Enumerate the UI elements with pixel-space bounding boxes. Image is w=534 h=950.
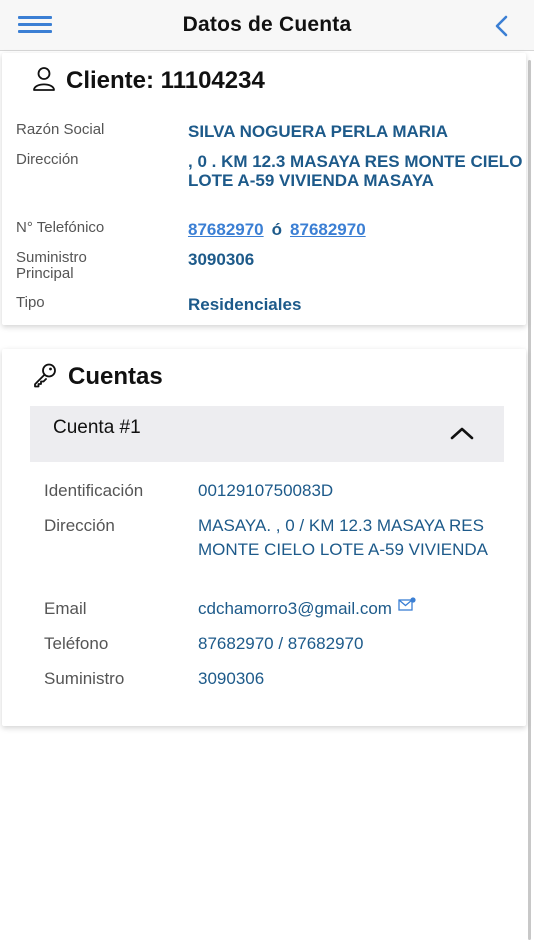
tipo-label: Tipo: [16, 294, 45, 311]
direccion-label: Dirección: [16, 151, 79, 168]
identificacion-value: 0012910750083D: [198, 481, 334, 500]
account-suministro-value: 3090306: [198, 669, 265, 688]
phone-separator: ó: [271, 220, 283, 239]
email-value[interactable]: cdchamorro3@gmail.com: [198, 599, 392, 618]
client-title: Cliente: 11104234: [66, 67, 265, 94]
key-icon: [34, 363, 56, 388]
chevron-up-icon[interactable]: [450, 426, 474, 440]
phone-link-1[interactable]: 87682970: [188, 220, 264, 239]
suministro-value: 3090306: [188, 250, 255, 269]
accounts-heading: Cuentas: [32, 363, 163, 391]
app-header: Datos de Cuenta: [0, 0, 534, 51]
telefono-label: N° Telefónico: [16, 219, 105, 236]
accounts-card: Cuentas Cuenta #1 Identificación 0012910…: [2, 349, 526, 726]
accounts-title: Cuentas: [68, 363, 163, 390]
suministro-label: Suministro Principal: [16, 249, 87, 282]
account-suministro-label: Suministro: [44, 669, 125, 688]
client-card: Cliente: 11104234 Razón Social SILVA NOG…: [2, 53, 526, 325]
back-chevron-icon[interactable]: [490, 12, 514, 40]
telefono-values: 87682970 ó 87682970: [188, 220, 523, 239]
email-label: Email: [44, 599, 87, 618]
tipo-value: Residenciales: [188, 295, 302, 314]
account-accordion-header[interactable]: Cuenta #1: [30, 406, 504, 462]
account-telefono-label: Teléfono: [44, 634, 109, 653]
identificacion-label: Identificación: [44, 481, 144, 500]
scrollbar[interactable]: [528, 60, 531, 940]
account-header-label: Cuenta #1: [53, 417, 141, 438]
razon-social-value: SILVA NOGUERA PERLA MARIA: [188, 122, 449, 141]
phone-link-2[interactable]: 87682970: [290, 220, 366, 239]
account-direccion-value: MASAYA. , 0 / KM 12.3 MASAYA RES MONTE C…: [198, 516, 489, 559]
user-icon: [33, 67, 55, 91]
razon-social-label: Razón Social: [16, 121, 105, 138]
direccion-value: , 0 . KM 12.3 MASAYA RES MONTE CIELO LOT…: [188, 152, 523, 190]
account-direccion-label: Dirección: [44, 516, 115, 535]
account-telefono-value: 87682970 / 87682970: [198, 634, 364, 653]
email-icon[interactable]: [398, 597, 416, 611]
client-heading: Cliente: 11104234: [32, 67, 265, 95]
email-value-wrap: cdchamorro3@gmail.com: [198, 597, 508, 621]
page-title: Datos de Cuenta: [182, 13, 352, 36]
hamburger-menu-icon[interactable]: [18, 16, 52, 36]
